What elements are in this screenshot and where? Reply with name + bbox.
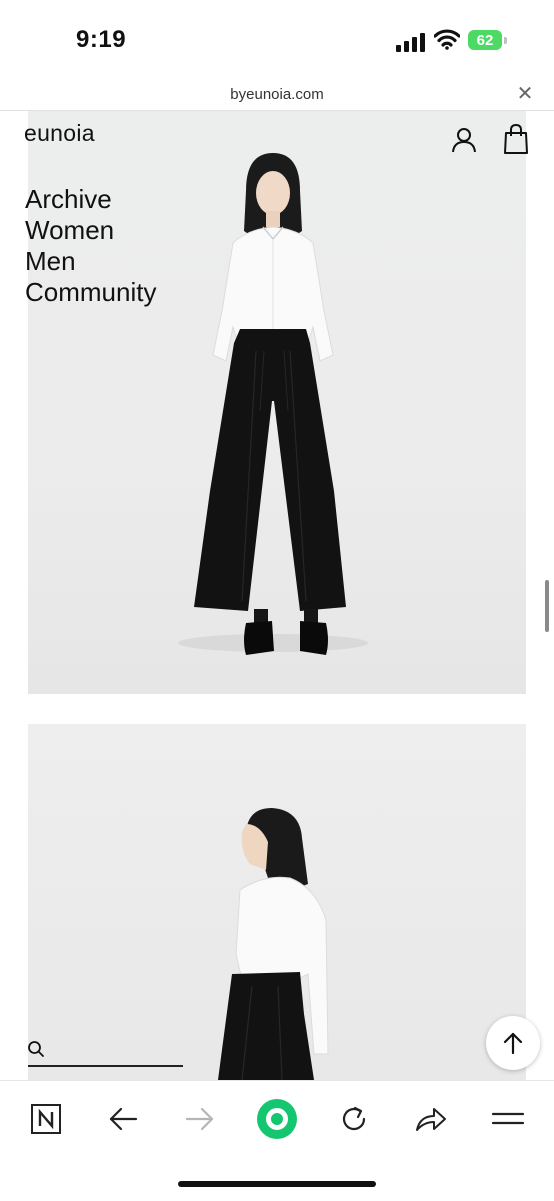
page-scrollbar[interactable] <box>545 580 549 632</box>
hero-image-side[interactable] <box>28 724 526 1080</box>
menu-icon[interactable] <box>486 1097 530 1141</box>
model-side-illustration <box>218 808 329 1080</box>
reload-icon[interactable] <box>332 1097 376 1141</box>
nav-item-archive[interactable]: Archive <box>25 184 156 215</box>
nav-item-men[interactable]: Men <box>25 246 156 277</box>
cellular-signal-icon <box>396 33 425 52</box>
site-logo[interactable]: eunoia <box>24 120 95 147</box>
share-icon[interactable] <box>409 1097 453 1141</box>
address-bar[interactable]: byeunoia.com ✕ <box>0 82 554 111</box>
site-navigation: Archive Women Men Community <box>25 184 156 308</box>
search-input-underline[interactable] <box>28 1065 183 1067</box>
shopping-bag-icon[interactable] <box>502 123 530 155</box>
naver-logo-icon[interactable] <box>24 1097 68 1141</box>
home-indicator[interactable] <box>178 1181 376 1187</box>
forward-arrow-icon[interactable] <box>178 1097 222 1141</box>
battery-level: 62 <box>468 30 502 50</box>
green-dot-icon[interactable] <box>255 1097 299 1141</box>
battery-icon: 62 <box>468 30 508 52</box>
back-arrow-icon[interactable] <box>101 1097 145 1141</box>
nav-item-community[interactable]: Community <box>25 277 156 308</box>
url-text[interactable]: byeunoia.com <box>0 86 554 103</box>
status-time: 9:19 <box>76 26 127 53</box>
status-bar: 9:19 62 <box>0 0 554 82</box>
wifi-icon <box>434 29 460 50</box>
user-icon[interactable] <box>450 126 478 154</box>
scroll-to-top-button[interactable] <box>486 1016 540 1070</box>
search-icon[interactable] <box>27 1040 45 1058</box>
nav-item-women[interactable]: Women <box>25 215 156 246</box>
arrow-up-icon <box>503 1032 523 1055</box>
close-icon[interactable]: ✕ <box>514 83 536 105</box>
